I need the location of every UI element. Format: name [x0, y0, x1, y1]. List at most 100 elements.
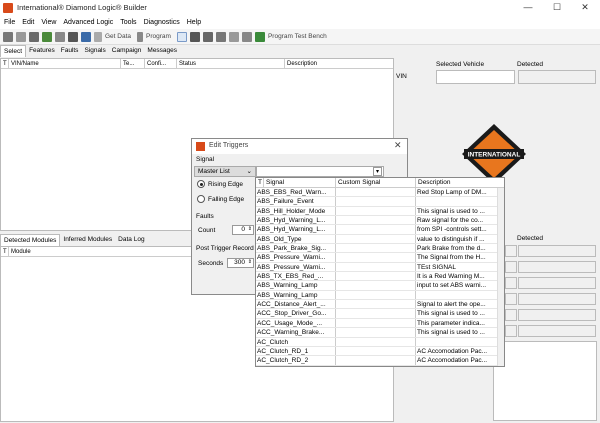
- rising-edge-option[interactable]: Rising Edge: [197, 180, 243, 188]
- count-stepper[interactable]: 0 ⇕: [232, 225, 254, 235]
- signal-row[interactable]: ABS_Hill_Holder_Mode This signal is used …: [256, 206, 504, 217]
- col-module-type[interactable]: T: [1, 247, 9, 256]
- vin-label: VIN: [396, 73, 407, 80]
- stepper-arrows-icon[interactable]: ⇕: [248, 225, 252, 233]
- gear-icon[interactable]: [202, 31, 213, 42]
- detect-chk-2: [505, 261, 517, 273]
- menu-advanced-logic[interactable]: Advanced Logic: [63, 19, 113, 26]
- signal-dropdown-arrow-icon[interactable]: ▾: [373, 167, 382, 176]
- signal-name: ACC_Distance_Alert_...: [256, 300, 336, 309]
- document-icon[interactable]: [176, 31, 187, 42]
- vehicle-grid-header: T VIN/Name Te... Confi... Status Descrip…: [1, 59, 393, 69]
- menu-tools[interactable]: Tools: [120, 19, 136, 26]
- col-vin[interactable]: VIN/Name: [9, 59, 121, 68]
- close-button[interactable]: ✕: [571, 1, 599, 14]
- signal-description: This signal is used to ...: [417, 329, 485, 337]
- menu-view[interactable]: View: [41, 19, 56, 26]
- open-icon[interactable]: [16, 31, 26, 42]
- tab-select[interactable]: Select: [0, 45, 27, 57]
- signal-description: This signal is used to ...: [417, 310, 485, 318]
- stepper-arrows-icon-2[interactable]: ⇕: [248, 258, 252, 266]
- settings-icon[interactable]: [55, 31, 65, 42]
- tab-detected-modules[interactable]: Detected Modules: [0, 234, 61, 246]
- col-signal-description[interactable]: Description: [416, 178, 496, 187]
- tab-faults[interactable]: Faults: [58, 45, 82, 57]
- save-icon[interactable]: [29, 31, 39, 42]
- signal-row[interactable]: ABS_Pressure_Warni... The Signal from the…: [256, 253, 504, 263]
- signal-row[interactable]: ABS_Pressure_Warni... TEst SIGNAL: [256, 262, 504, 273]
- program-button[interactable]: Program: [146, 33, 171, 40]
- signal-row[interactable]: ABS_Hyd_Warning_L... Raw signal for the c…: [256, 216, 504, 226]
- col-signal[interactable]: Signal: [264, 178, 336, 187]
- col-config[interactable]: Confi...: [145, 59, 177, 68]
- col-status[interactable]: Status: [177, 59, 285, 68]
- menu-help[interactable]: Help: [187, 19, 201, 26]
- col-signal-type[interactable]: T: [256, 178, 264, 187]
- signal-name: ABS_Warning_Lamp: [256, 281, 336, 290]
- minimize-button[interactable]: —: [514, 1, 542, 14]
- signal-dropdown-list[interactable]: T Signal Custom Signal Description ABS_E…: [255, 177, 505, 367]
- tab-messages[interactable]: Messages: [144, 45, 180, 57]
- signal-row[interactable]: ACC_Usage_Mode_... This parameter indica.…: [256, 318, 504, 329]
- detected-label-2: Detected: [517, 235, 544, 242]
- signal-list-scrollbar[interactable]: [497, 188, 504, 366]
- signal-select[interactable]: ▾: [256, 166, 384, 177]
- print-icon[interactable]: [68, 31, 78, 42]
- dialog-close-button[interactable]: ✕: [394, 140, 402, 151]
- maximize-button[interactable]: ☐: [543, 1, 571, 14]
- grid-icon[interactable]: [189, 31, 200, 42]
- col-custom-signal[interactable]: Custom Signal: [336, 178, 416, 187]
- tab-inferred-modules[interactable]: Inferred Modules: [60, 234, 115, 246]
- signal-row[interactable]: ACC_Distance_Alert_... Signal to alert th…: [256, 300, 504, 310]
- signal-row[interactable]: ABS_Old_Type value to distinguish if ...: [256, 234, 504, 245]
- rising-edge-radio[interactable]: [197, 180, 205, 188]
- detect-chk-5: [505, 309, 517, 321]
- signal-row[interactable]: ABS_Park_Brake_Sig... Park Brake from the…: [256, 244, 504, 254]
- menu-file[interactable]: File: [4, 19, 15, 26]
- connect-icon[interactable]: [42, 31, 52, 42]
- network-icon[interactable]: [81, 31, 91, 42]
- get-data-button[interactable]: Get Data: [105, 33, 131, 40]
- col-description[interactable]: Description: [285, 59, 393, 68]
- signal-description: This parameter indica...: [417, 319, 485, 327]
- col-module[interactable]: Module: [9, 247, 209, 256]
- detect-field-1: [518, 245, 596, 257]
- signal-row[interactable]: ABS_Warning_Lamp: [256, 290, 504, 301]
- custom-signal: [336, 328, 416, 337]
- signal-row[interactable]: ACC_Stop_Driver_Go... This signal is used…: [256, 309, 504, 319]
- tab-data-log[interactable]: Data Log: [115, 234, 147, 246]
- custom-signal: [336, 318, 416, 328]
- signal-description: [416, 197, 504, 205]
- master-list-select[interactable]: Master List ⌄: [194, 166, 256, 177]
- col-te[interactable]: Te...: [121, 59, 145, 68]
- signal-row[interactable]: AC_Clutch_RD_2 AC Accomodation Pac...: [256, 356, 504, 366]
- vin-selected-field[interactable]: [436, 70, 515, 84]
- signal-row[interactable]: ABS_Warning_Lamp input to set ABS warni..…: [256, 281, 504, 291]
- detail-panel: [493, 341, 597, 421]
- signal-row[interactable]: ABS_EBS_Red_Warn... Red Stop Lamp of DM..…: [256, 188, 504, 198]
- layers-icon[interactable]: [241, 31, 252, 42]
- tab-features[interactable]: Features: [26, 45, 58, 57]
- gear2-icon[interactable]: [215, 31, 226, 42]
- menu-diagnostics[interactable]: Diagnostics: [144, 19, 180, 26]
- menu-edit[interactable]: Edit: [22, 19, 34, 26]
- new-icon[interactable]: [3, 31, 13, 42]
- tab-campaign[interactable]: Campaign: [109, 45, 145, 57]
- signal-description: from SPI -controls sett...: [417, 226, 487, 234]
- title-bar: International® Diamond Logic® Builder — …: [0, 0, 600, 16]
- tab-signals[interactable]: Signals: [81, 45, 108, 57]
- col-type[interactable]: T: [1, 59, 9, 68]
- signal-row[interactable]: ABS_Hyd_Warning_L... from SPI -controls s…: [256, 225, 504, 235]
- program-test-bench-button[interactable]: Program Test Bench: [268, 33, 327, 40]
- signal-row[interactable]: AC_Clutch_RD_1 AC Accomodation Pac...: [256, 346, 504, 357]
- seconds-stepper[interactable]: 300 ⇕: [227, 258, 254, 268]
- signal-row[interactable]: ACC_Warning_Brake... This signal is used …: [256, 328, 504, 338]
- falling-edge-option[interactable]: Falling Edge: [197, 195, 244, 203]
- falling-edge-radio[interactable]: [197, 195, 205, 203]
- custom-signal: [336, 253, 416, 262]
- signal-row[interactable]: AC_Clutch: [256, 337, 504, 347]
- tag-icon[interactable]: [228, 31, 239, 42]
- custom-signal: [336, 234, 416, 244]
- signal-row[interactable]: ABS_Failure_Event: [256, 197, 504, 207]
- signal-row[interactable]: ABS_TX_EBS_Red_... It is a Red Warning M.…: [256, 272, 504, 282]
